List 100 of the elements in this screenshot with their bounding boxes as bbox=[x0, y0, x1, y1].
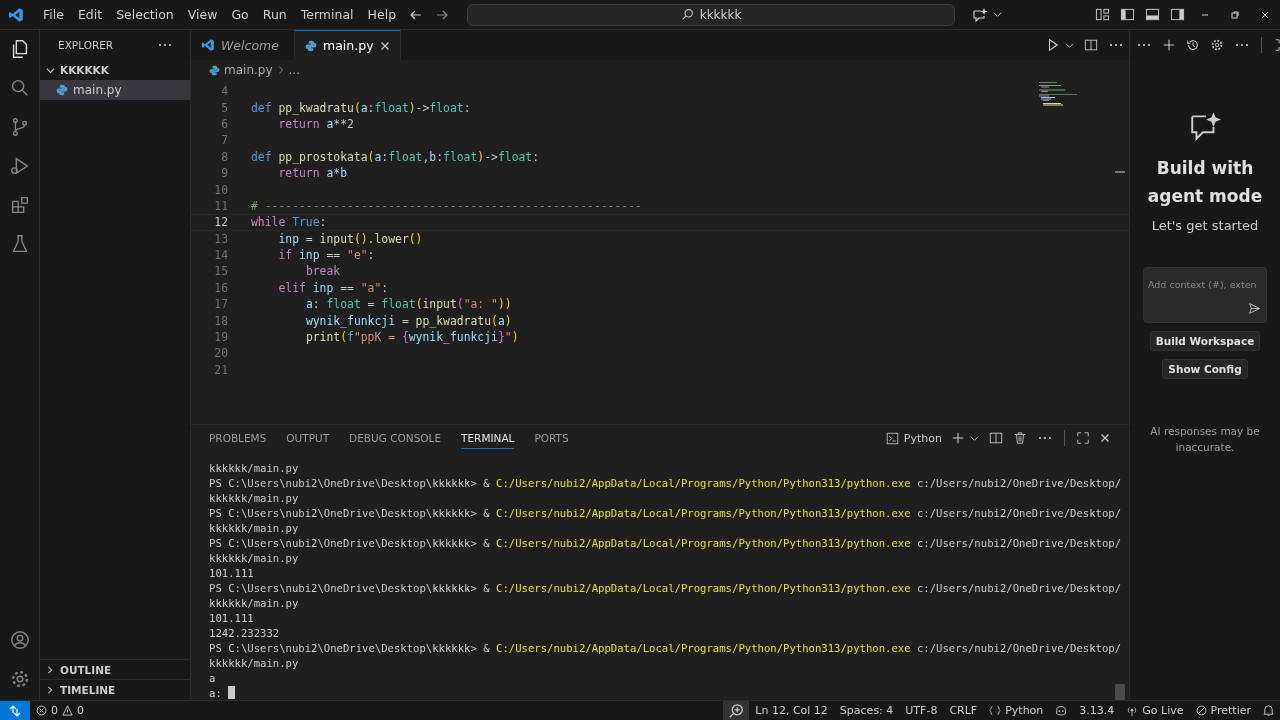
close-icon[interactable] bbox=[1260, 9, 1270, 20]
tree-item[interactable]: KKKKKK bbox=[40, 60, 190, 80]
prettier-status[interactable]: Prettier bbox=[1189, 704, 1257, 717]
section-header[interactable]: TIMELINE bbox=[40, 679, 190, 699]
editor-tab[interactable]: main.py bbox=[295, 30, 401, 60]
line-number: 16 bbox=[213, 280, 228, 295]
scrollbar-marker bbox=[1115, 171, 1125, 173]
code-line: inp = input().lower() bbox=[278, 231, 423, 246]
split-terminal-icon[interactable] bbox=[989, 431, 1003, 445]
sidebar-left-icon[interactable] bbox=[1120, 7, 1135, 22]
braces-icon bbox=[989, 705, 1002, 716]
menu-item[interactable]: Terminal bbox=[293, 7, 361, 22]
plus-icon[interactable] bbox=[1162, 38, 1176, 52]
menu-item[interactable]: Edit bbox=[70, 7, 110, 22]
plus-icon[interactable] bbox=[951, 431, 965, 445]
code-line: return a*b bbox=[278, 166, 348, 181]
breadcrumb-item[interactable]: ... bbox=[288, 63, 300, 77]
terminal-line: PS C:\Users\nubi2\OneDrive\Desktop\kkkkkk> & C:/Users/nubi2/AppData/Local/Programs/Python/Python313/python.exe c:/Users/nubi2/OneDrive/Desktop/ bbox=[209, 536, 1122, 549]
close-icon[interactable] bbox=[379, 40, 390, 51]
line-number: 14 bbox=[213, 248, 228, 263]
zoom-icon[interactable] bbox=[723, 700, 750, 720]
line-number: 10 bbox=[213, 182, 228, 197]
terminal-line: 1242.232332 bbox=[209, 626, 280, 639]
language-status[interactable]: Python bbox=[983, 704, 1050, 717]
panel-tab[interactable]: PORTS bbox=[534, 427, 569, 449]
chat-sparkle-icon[interactable] bbox=[972, 6, 989, 23]
menu-item[interactable]: View bbox=[180, 7, 225, 22]
line-number: 13 bbox=[213, 231, 228, 246]
error-icon bbox=[36, 705, 47, 716]
terminal-line: kkkkkk/main.py bbox=[209, 656, 299, 669]
chat-input[interactable]: Add context (#), exten bbox=[1143, 267, 1267, 323]
panel-tab[interactable]: DEBUG CONSOLE bbox=[349, 427, 442, 449]
problems-status[interactable]: 0 0 bbox=[30, 704, 90, 717]
maximize-icon[interactable] bbox=[1273, 38, 1280, 52]
search-icon bbox=[680, 8, 694, 21]
line-number: 12 bbox=[213, 215, 228, 230]
line-ending-status[interactable]: CRLF bbox=[943, 704, 984, 717]
scrollbar-thumb[interactable] bbox=[1115, 684, 1125, 700]
line-number: 17 bbox=[213, 297, 228, 312]
terminal-line: 101.111 bbox=[209, 611, 254, 624]
encoding-status[interactable]: UTF-8 bbox=[899, 704, 944, 717]
menu-item[interactable]: Run bbox=[255, 7, 294, 22]
python-file-icon bbox=[56, 84, 68, 96]
restore-icon[interactable] bbox=[1230, 9, 1240, 20]
copilot-icon[interactable] bbox=[1054, 703, 1069, 718]
python-version-status[interactable]: 3.13.4 bbox=[1073, 704, 1121, 717]
remote-icon[interactable] bbox=[0, 700, 30, 720]
line-number: 20 bbox=[213, 346, 228, 361]
go-live-button[interactable]: Go Live bbox=[1120, 704, 1190, 717]
search-field[interactable]: kkkkkk bbox=[467, 3, 956, 26]
send-icon[interactable] bbox=[1248, 302, 1261, 315]
sidebar-right-icon[interactable] bbox=[1170, 7, 1185, 22]
terminal-line: a bbox=[209, 671, 216, 684]
split-editor-icon[interactable] bbox=[1084, 38, 1098, 52]
maximize-icon[interactable] bbox=[1076, 431, 1090, 445]
breadcrumb-item[interactable]: main.py bbox=[224, 63, 273, 77]
disclaimer-text: AI responses may be inaccurate. bbox=[1149, 424, 1261, 455]
chat-action-button[interactable]: Show Config bbox=[1162, 359, 1248, 379]
panel-bottom-icon[interactable] bbox=[1145, 7, 1160, 22]
code-line: def pp_kwadratu(a:float)->float: bbox=[251, 100, 471, 115]
indentation-status[interactable]: Spaces: 4 bbox=[833, 704, 900, 717]
code-line: break bbox=[305, 264, 341, 279]
menu-item[interactable]: Help bbox=[360, 7, 404, 22]
menu-item[interactable]: Go bbox=[224, 7, 256, 22]
python-file-icon bbox=[305, 39, 317, 52]
menu-item[interactable]: File bbox=[36, 7, 71, 22]
history-icon[interactable] bbox=[1186, 38, 1200, 52]
chevron-down-icon[interactable] bbox=[970, 433, 979, 443]
chat-title: Build with agent mode bbox=[1146, 157, 1264, 208]
close-icon[interactable] bbox=[1100, 433, 1110, 443]
terminal-icon bbox=[885, 431, 899, 445]
terminal-line: kkkkkk/main.py bbox=[209, 596, 299, 609]
bell-icon[interactable] bbox=[1262, 704, 1275, 717]
run-icon[interactable] bbox=[1046, 38, 1060, 52]
chevron-down-icon[interactable] bbox=[1065, 40, 1074, 50]
more-actions-icon[interactable] bbox=[1235, 43, 1249, 47]
terminal-profile-button[interactable]: Python bbox=[885, 431, 942, 445]
panel-tab[interactable]: PROBLEMS bbox=[209, 427, 267, 449]
tree-item[interactable]: main.py bbox=[40, 80, 190, 100]
more-actions-icon[interactable] bbox=[1137, 43, 1151, 47]
line-number: 7 bbox=[220, 133, 228, 148]
more-actions-icon[interactable] bbox=[1109, 43, 1123, 47]
settings-icon[interactable] bbox=[1210, 38, 1224, 52]
app-logo-icon bbox=[201, 38, 215, 52]
section-header[interactable]: OUTLINE bbox=[40, 659, 190, 679]
more-actions-icon[interactable] bbox=[1038, 436, 1052, 440]
trash-icon[interactable] bbox=[1013, 431, 1027, 445]
cursor-position[interactable]: Ln 12, Col 12 bbox=[749, 704, 834, 717]
run-debug-icon[interactable] bbox=[8, 155, 31, 177]
layout-icon[interactable] bbox=[1095, 7, 1110, 22]
panel-tab[interactable]: OUTPUT bbox=[286, 427, 330, 449]
code-line: elif inp == "a": bbox=[278, 280, 389, 295]
panel-tab[interactable]: TERMINAL bbox=[461, 427, 515, 449]
menu-item[interactable]: Selection bbox=[109, 7, 181, 22]
chat-action-button[interactable]: Build Workspace bbox=[1149, 331, 1261, 351]
more-actions-icon[interactable] bbox=[158, 43, 172, 47]
line-number: 19 bbox=[213, 330, 228, 345]
line-number: 6 bbox=[220, 116, 228, 131]
chevron-down-icon[interactable] bbox=[993, 10, 1003, 19]
account-icon[interactable] bbox=[8, 629, 31, 651]
